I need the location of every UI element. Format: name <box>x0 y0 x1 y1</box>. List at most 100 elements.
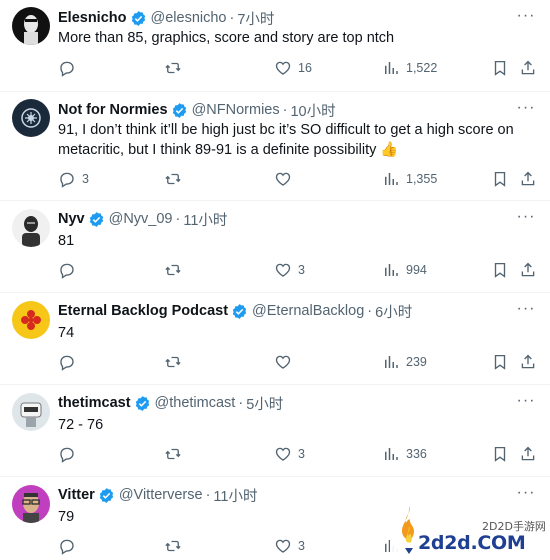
reply-icon <box>58 261 76 279</box>
watermark: 2D2D手游网 2d2d.COM <box>390 502 550 560</box>
heart-icon <box>274 170 292 188</box>
action-bar: 3 994 <box>58 260 538 280</box>
like-button[interactable] <box>274 169 298 189</box>
tweet[interactable]: Nyv @Nyv_09 · 11小时 ··· 81 3 994 <box>0 201 550 293</box>
reply-icon <box>58 445 76 463</box>
tweet-header: Not for Normies @NFNormies · 10小时 <box>58 100 336 120</box>
heart-icon <box>274 445 292 463</box>
views-chart-icon <box>382 353 400 371</box>
tweet[interactable]: Eternal Backlog Podcast @EternalBacklog … <box>0 293 550 385</box>
author-name[interactable]: Not for Normies <box>58 102 168 118</box>
views-button[interactable]: 239 <box>382 352 427 372</box>
more-options-icon[interactable]: ··· <box>516 301 536 322</box>
more-options-icon[interactable]: ··· <box>516 209 536 230</box>
share-button[interactable] <box>519 352 537 372</box>
separator-dot: · <box>367 303 373 319</box>
timestamp[interactable]: 10小时 <box>290 100 335 121</box>
author-handle[interactable]: @thetimcast <box>155 395 236 411</box>
views-button[interactable]: 994 <box>382 260 427 280</box>
author-handle[interactable]: @Vitterverse <box>119 487 203 503</box>
heart-icon <box>274 537 292 555</box>
timestamp[interactable]: 11小时 <box>213 485 257 506</box>
views-chart-icon <box>382 59 400 77</box>
reply-button[interactable] <box>58 536 82 556</box>
views-count: 1,355 <box>406 172 438 186</box>
author-handle[interactable]: @EternalBacklog <box>252 303 364 319</box>
share-icon <box>519 170 537 188</box>
reply-icon <box>58 170 76 188</box>
author-handle[interactable]: @Nyv_09 <box>109 211 173 227</box>
views-count: 1,522 <box>406 61 438 75</box>
views-count: 239 <box>406 355 427 369</box>
author-handle[interactable]: @elesnicho <box>151 10 227 26</box>
bookmark-button[interactable] <box>491 58 509 78</box>
like-button[interactable] <box>274 352 298 372</box>
views-button[interactable]: 1,355 <box>382 169 437 189</box>
tweet[interactable]: thetimcast @thetimcast · 5小时 ··· 72 - 76… <box>0 385 550 477</box>
avatar[interactable] <box>12 99 50 137</box>
share-button[interactable] <box>519 58 537 78</box>
views-count: 336 <box>406 447 427 461</box>
timestamp[interactable]: 6小时 <box>375 301 412 322</box>
heart-icon <box>274 261 292 279</box>
reply-count: 3 <box>82 172 89 186</box>
bookmark-button[interactable] <box>491 169 509 189</box>
retweet-icon <box>164 59 182 77</box>
views-button[interactable]: 336 <box>382 444 427 464</box>
share-icon <box>519 445 537 463</box>
bookmark-button[interactable] <box>491 260 509 280</box>
like-count: 3 <box>298 447 305 461</box>
verified-badge-icon <box>98 487 115 504</box>
retweet-button[interactable] <box>164 58 188 78</box>
reply-button[interactable]: 3 <box>58 169 89 189</box>
watermark-domain: 2d2d.COM <box>418 532 526 554</box>
reply-icon <box>58 537 76 555</box>
reply-button[interactable] <box>58 58 82 78</box>
avatar[interactable] <box>12 485 50 523</box>
like-button[interactable]: 3 <box>274 444 305 464</box>
reply-icon <box>58 59 76 77</box>
bookmark-icon <box>491 353 509 371</box>
author-name[interactable]: Eternal Backlog Podcast <box>58 303 228 319</box>
author-handle[interactable]: @NFNormies <box>192 102 280 118</box>
retweet-button[interactable] <box>164 444 188 464</box>
verified-badge-icon <box>130 10 147 27</box>
author-name[interactable]: Elesnicho <box>58 10 127 26</box>
author-name[interactable]: Vitter <box>58 487 95 503</box>
like-count: 3 <box>298 263 305 277</box>
bookmark-button[interactable] <box>491 444 509 464</box>
more-options-icon[interactable]: ··· <box>516 393 536 414</box>
like-button[interactable]: 16 <box>274 58 312 78</box>
share-button[interactable] <box>519 444 537 464</box>
avatar[interactable] <box>12 7 50 45</box>
author-name[interactable]: thetimcast <box>58 395 131 411</box>
views-button[interactable]: 1,522 <box>382 58 437 78</box>
separator-dot: · <box>282 102 288 118</box>
timestamp[interactable]: 5小时 <box>246 393 283 414</box>
more-options-icon[interactable]: ··· <box>516 100 536 121</box>
more-options-icon[interactable]: ··· <box>516 8 536 29</box>
views-chart-icon <box>382 261 400 279</box>
verified-badge-icon <box>171 102 188 119</box>
reply-button[interactable] <box>58 260 82 280</box>
share-button[interactable] <box>519 169 537 189</box>
author-name[interactable]: Nyv <box>58 211 85 227</box>
timestamp[interactable]: 11小时 <box>183 209 227 230</box>
share-button[interactable] <box>519 260 537 280</box>
retweet-button[interactable] <box>164 536 188 556</box>
tweet[interactable]: Not for Normies @NFNormies · 10小时 ··· 91… <box>0 92 550 200</box>
retweet-button[interactable] <box>164 352 188 372</box>
timestamp[interactable]: 7小时 <box>237 8 274 29</box>
avatar[interactable] <box>12 209 50 247</box>
avatar[interactable] <box>12 393 50 431</box>
tweet-text: 74 <box>58 325 75 341</box>
like-button[interactable]: 3 <box>274 536 305 556</box>
reply-button[interactable] <box>58 444 82 464</box>
bookmark-button[interactable] <box>491 352 509 372</box>
reply-button[interactable] <box>58 352 82 372</box>
retweet-button[interactable] <box>164 260 188 280</box>
like-button[interactable]: 3 <box>274 260 305 280</box>
tweet[interactable]: Elesnicho @elesnicho · 7小时 ··· More than… <box>0 0 550 92</box>
avatar[interactable] <box>12 301 50 339</box>
retweet-button[interactable] <box>164 169 188 189</box>
